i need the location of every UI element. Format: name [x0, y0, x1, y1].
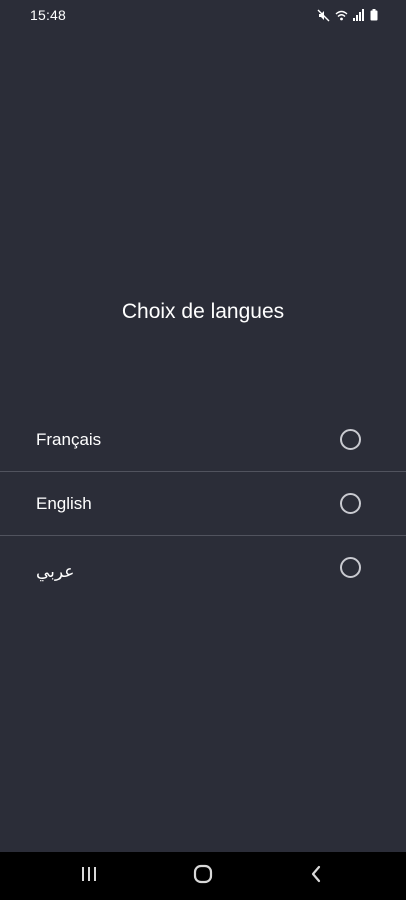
recents-icon — [80, 866, 98, 887]
language-selection-screen: 15:48 Choix de langues Français English … — [0, 0, 406, 900]
back-icon — [309, 865, 323, 888]
language-radio[interactable] — [340, 557, 361, 578]
status-icons — [317, 8, 378, 22]
mute-icon — [317, 9, 330, 22]
navigation-bar — [0, 852, 406, 900]
back-button[interactable] — [286, 852, 346, 900]
language-radio[interactable] — [340, 493, 361, 514]
signal-icon — [353, 9, 365, 21]
recents-button[interactable] — [59, 852, 119, 900]
language-option-arabic[interactable]: عربي — [0, 536, 406, 600]
language-radio[interactable] — [340, 429, 361, 450]
language-option-francais[interactable]: Français — [0, 408, 406, 472]
wifi-icon — [335, 9, 348, 22]
home-icon — [193, 864, 213, 889]
language-label: Français — [36, 430, 102, 449]
home-button[interactable] — [173, 852, 233, 900]
status-bar: 15:48 — [0, 0, 406, 30]
status-time: 15:48 — [30, 7, 67, 23]
language-option-english[interactable]: English — [0, 472, 406, 536]
battery-icon — [370, 9, 378, 21]
language-list: Français English عربي — [0, 408, 406, 600]
language-label: English — [36, 494, 92, 513]
language-label: عربي — [36, 562, 75, 581]
page-title: Choix de langues — [121, 300, 285, 323]
